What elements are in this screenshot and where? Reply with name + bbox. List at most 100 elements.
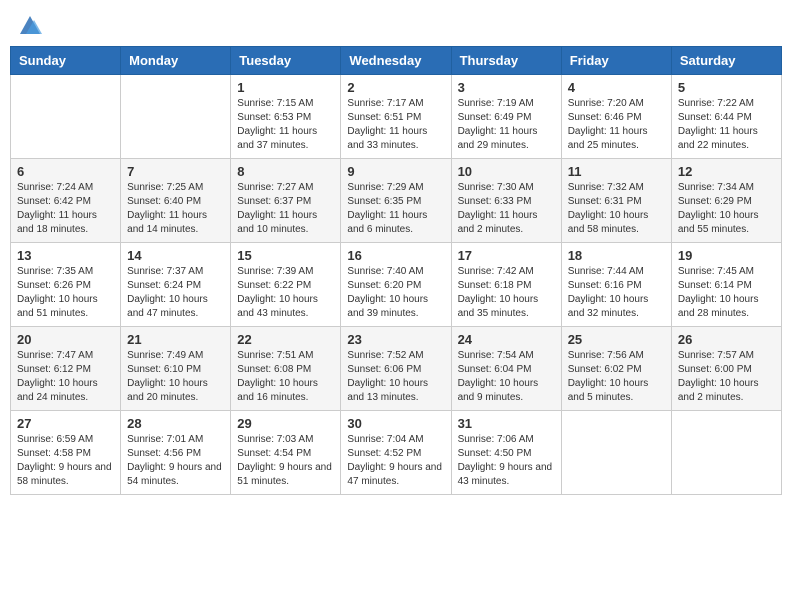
day-number: 25 (568, 332, 665, 347)
day-info: Sunrise: 7:22 AM Sunset: 6:44 PM Dayligh… (678, 97, 775, 153)
day-number: 8 (237, 164, 334, 179)
page-header (10, 10, 782, 38)
day-number: 16 (347, 248, 444, 263)
day-info: Sunrise: 7:29 AM Sunset: 6:35 PM Dayligh… (347, 181, 444, 237)
calendar-cell: 12Sunrise: 7:34 AM Sunset: 6:29 PM Dayli… (671, 159, 781, 243)
day-info: Sunrise: 7:17 AM Sunset: 6:51 PM Dayligh… (347, 97, 444, 153)
calendar-cell: 9Sunrise: 7:29 AM Sunset: 6:35 PM Daylig… (341, 159, 451, 243)
calendar-header-row: SundayMondayTuesdayWednesdayThursdayFrid… (11, 47, 782, 75)
calendar-cell: 6 Sunrise: 7:24 AM Sunset: 6:42 PM Daylig… (11, 159, 121, 243)
day-info: Sunrise: 7:57 AM Sunset: 6:00 PM Dayligh… (678, 349, 775, 405)
logo-icon (16, 10, 44, 38)
day-number: 24 (458, 332, 555, 347)
calendar-table: SundayMondayTuesdayWednesdayThursdayFrid… (10, 46, 782, 495)
day-info: Sunrise: 7:47 AM Sunset: 6:12 PM Dayligh… (17, 349, 114, 405)
calendar-header-thursday: Thursday (451, 47, 561, 75)
day-number: 22 (237, 332, 334, 347)
day-number: 20 (17, 332, 114, 347)
day-info: Sunrise: 7:39 AM Sunset: 6:22 PM Dayligh… (237, 265, 334, 321)
day-number: 30 (347, 416, 444, 431)
day-info: Sunrise: 7:37 AM Sunset: 6:24 PM Dayligh… (127, 265, 224, 321)
day-info: Sunrise: 7:20 AM Sunset: 6:46 PM Dayligh… (568, 97, 665, 153)
day-number: 10 (458, 164, 555, 179)
calendar-cell: 27 Sunrise: 6:59 AM Sunset: 4:58 PM Dayli… (11, 411, 121, 495)
calendar-cell: 21 Sunrise: 7:49 AM Sunset: 6:10 PM Dayli… (121, 327, 231, 411)
calendar-cell: 1 Sunrise: 7:15 AM Sunset: 6:53 PM Daylig… (231, 75, 341, 159)
day-info: Sunrise: 7:30 AM Sunset: 6:33 PM Dayligh… (458, 181, 555, 237)
day-number: 19 (678, 248, 775, 263)
calendar-week-row: 6 Sunrise: 7:24 AM Sunset: 6:42 PM Daylig… (11, 159, 782, 243)
day-number: 15 (237, 248, 334, 263)
day-info: Sunrise: 7:42 AM Sunset: 6:18 PM Dayligh… (458, 265, 555, 321)
calendar-cell: 14 Sunrise: 7:37 AM Sunset: 6:24 PM Dayli… (121, 243, 231, 327)
day-number: 18 (568, 248, 665, 263)
day-number: 6 (17, 164, 114, 179)
calendar-cell: 18 Sunrise: 7:44 AM Sunset: 6:16 PM Dayli… (561, 243, 671, 327)
calendar-cell (671, 411, 781, 495)
calendar-cell: 22 Sunrise: 7:51 AM Sunset: 6:08 PM Dayli… (231, 327, 341, 411)
day-number: 11 (568, 164, 665, 179)
calendar-cell: 17Sunrise: 7:42 AM Sunset: 6:18 PM Dayli… (451, 243, 561, 327)
day-info: Sunrise: 7:51 AM Sunset: 6:08 PM Dayligh… (237, 349, 334, 405)
day-number: 31 (458, 416, 555, 431)
day-info: Sunrise: 6:59 AM Sunset: 4:58 PM Dayligh… (17, 433, 114, 489)
calendar-header-sunday: Sunday (11, 47, 121, 75)
day-info: Sunrise: 7:01 AM Sunset: 4:56 PM Dayligh… (127, 433, 224, 489)
calendar-cell: 10 Sunrise: 7:30 AM Sunset: 6:33 PM Dayli… (451, 159, 561, 243)
day-number: 28 (127, 416, 224, 431)
day-number: 14 (127, 248, 224, 263)
calendar-cell: 8Sunrise: 7:27 AM Sunset: 6:37 PM Daylig… (231, 159, 341, 243)
calendar-cell: 19 Sunrise: 7:45 AM Sunset: 6:14 PM Dayli… (671, 243, 781, 327)
day-number: 29 (237, 416, 334, 431)
day-info: Sunrise: 7:54 AM Sunset: 6:04 PM Dayligh… (458, 349, 555, 405)
day-info: Sunrise: 7:04 AM Sunset: 4:52 PM Dayligh… (347, 433, 444, 489)
calendar-week-row: 20 Sunrise: 7:47 AM Sunset: 6:12 PM Dayli… (11, 327, 782, 411)
calendar-cell: 7 Sunrise: 7:25 AM Sunset: 6:40 PM Daylig… (121, 159, 231, 243)
day-info: Sunrise: 7:03 AM Sunset: 4:54 PM Dayligh… (237, 433, 334, 489)
day-info: Sunrise: 7:56 AM Sunset: 6:02 PM Dayligh… (568, 349, 665, 405)
calendar-header-wednesday: Wednesday (341, 47, 451, 75)
calendar-header-friday: Friday (561, 47, 671, 75)
day-number: 2 (347, 80, 444, 95)
calendar-cell: 11 Sunrise: 7:32 AM Sunset: 6:31 PM Dayli… (561, 159, 671, 243)
day-number: 4 (568, 80, 665, 95)
day-info: Sunrise: 7:06 AM Sunset: 4:50 PM Dayligh… (458, 433, 555, 489)
calendar-cell: 31 Sunrise: 7:06 AM Sunset: 4:50 PM Dayli… (451, 411, 561, 495)
day-info: Sunrise: 7:34 AM Sunset: 6:29 PM Dayligh… (678, 181, 775, 237)
day-info: Sunrise: 7:40 AM Sunset: 6:20 PM Dayligh… (347, 265, 444, 321)
calendar-cell (121, 75, 231, 159)
day-info: Sunrise: 7:44 AM Sunset: 6:16 PM Dayligh… (568, 265, 665, 321)
day-number: 5 (678, 80, 775, 95)
day-number: 21 (127, 332, 224, 347)
calendar-cell: 5 Sunrise: 7:22 AM Sunset: 6:44 PM Daylig… (671, 75, 781, 159)
day-number: 3 (458, 80, 555, 95)
calendar-cell: 3Sunrise: 7:19 AM Sunset: 6:49 PM Daylig… (451, 75, 561, 159)
day-number: 1 (237, 80, 334, 95)
calendar-cell: 30 Sunrise: 7:04 AM Sunset: 4:52 PM Dayli… (341, 411, 451, 495)
day-number: 13 (17, 248, 114, 263)
day-info: Sunrise: 7:35 AM Sunset: 6:26 PM Dayligh… (17, 265, 114, 321)
day-info: Sunrise: 7:45 AM Sunset: 6:14 PM Dayligh… (678, 265, 775, 321)
calendar-cell: 26 Sunrise: 7:57 AM Sunset: 6:00 PM Dayli… (671, 327, 781, 411)
calendar-cell: 25 Sunrise: 7:56 AM Sunset: 6:02 PM Dayli… (561, 327, 671, 411)
day-info: Sunrise: 7:52 AM Sunset: 6:06 PM Dayligh… (347, 349, 444, 405)
day-number: 7 (127, 164, 224, 179)
calendar-cell (11, 75, 121, 159)
calendar-cell: 2 Sunrise: 7:17 AM Sunset: 6:51 PM Daylig… (341, 75, 451, 159)
day-info: Sunrise: 7:24 AM Sunset: 6:42 PM Dayligh… (17, 181, 114, 237)
calendar-week-row: 1 Sunrise: 7:15 AM Sunset: 6:53 PM Daylig… (11, 75, 782, 159)
day-info: Sunrise: 7:32 AM Sunset: 6:31 PM Dayligh… (568, 181, 665, 237)
calendar-cell: 4 Sunrise: 7:20 AM Sunset: 6:46 PM Daylig… (561, 75, 671, 159)
calendar-week-row: 27 Sunrise: 6:59 AM Sunset: 4:58 PM Dayli… (11, 411, 782, 495)
calendar-cell: 15 Sunrise: 7:39 AM Sunset: 6:22 PM Dayli… (231, 243, 341, 327)
calendar-cell: 13 Sunrise: 7:35 AM Sunset: 6:26 PM Dayli… (11, 243, 121, 327)
day-info: Sunrise: 7:15 AM Sunset: 6:53 PM Dayligh… (237, 97, 334, 153)
day-number: 26 (678, 332, 775, 347)
day-info: Sunrise: 7:25 AM Sunset: 6:40 PM Dayligh… (127, 181, 224, 237)
calendar-header-tuesday: Tuesday (231, 47, 341, 75)
calendar-cell: 28 Sunrise: 7:01 AM Sunset: 4:56 PM Dayli… (121, 411, 231, 495)
calendar-cell: 29 Sunrise: 7:03 AM Sunset: 4:54 PM Dayli… (231, 411, 341, 495)
day-info: Sunrise: 7:49 AM Sunset: 6:10 PM Dayligh… (127, 349, 224, 405)
calendar-header-monday: Monday (121, 47, 231, 75)
day-number: 27 (17, 416, 114, 431)
